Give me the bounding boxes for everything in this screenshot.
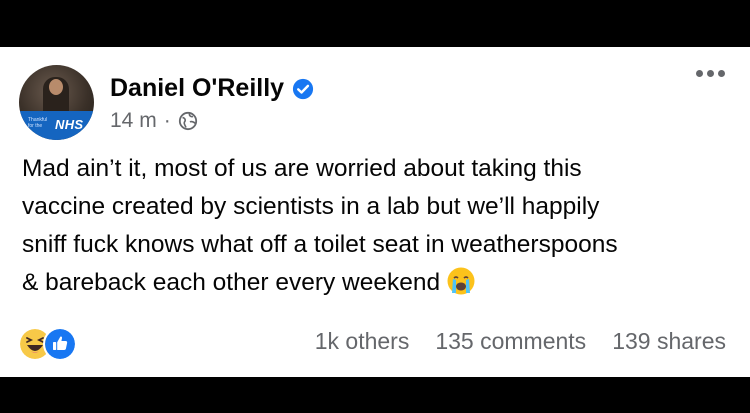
facebook-post: Thankful for the NHS Daniel O'Reilly 14 … (0, 47, 750, 377)
more-options-button[interactable] (696, 70, 725, 77)
shares-count[interactable]: 139 shares (612, 328, 726, 355)
more-dot-icon (696, 70, 703, 77)
post-body: Mad ain’t it, most of us are worried abo… (22, 150, 742, 302)
author-name[interactable]: Daniel O'Reilly (110, 74, 284, 103)
author-row: Daniel O'Reilly (110, 74, 314, 103)
post-line: vaccine created by scientists in a lab b… (22, 193, 600, 220)
post-meta: 14 m · (110, 109, 198, 133)
reaction-summary[interactable] (18, 327, 77, 361)
nhs-frame-small-text: Thankful for the (28, 117, 48, 129)
post-line: Mad ain’t it, most of us are worried abo… (22, 155, 582, 182)
avatar[interactable]: Thankful for the NHS (19, 65, 94, 140)
engagement-stats: 1k others 135 comments 139 shares (315, 328, 726, 355)
loudly-crying-face-icon (447, 267, 475, 295)
post-timestamp[interactable]: 14 m (110, 109, 157, 133)
globe-icon[interactable] (178, 111, 198, 131)
nhs-frame-text: NHS (55, 117, 84, 132)
verified-badge-icon (292, 78, 314, 99)
reactions-count[interactable]: 1k others (315, 328, 410, 355)
avatar-face (49, 79, 63, 95)
like-reaction-icon (43, 327, 77, 361)
comments-count[interactable]: 135 comments (435, 328, 586, 355)
post-line: sniff fuck knows what off a toilet seat … (22, 231, 618, 258)
post-last-line: & bareback each other every weekend (22, 264, 742, 302)
more-dot-icon (718, 70, 725, 77)
meta-separator: · (163, 109, 171, 132)
post-line: & bareback each other every weekend (22, 269, 441, 296)
more-dot-icon (707, 70, 714, 77)
